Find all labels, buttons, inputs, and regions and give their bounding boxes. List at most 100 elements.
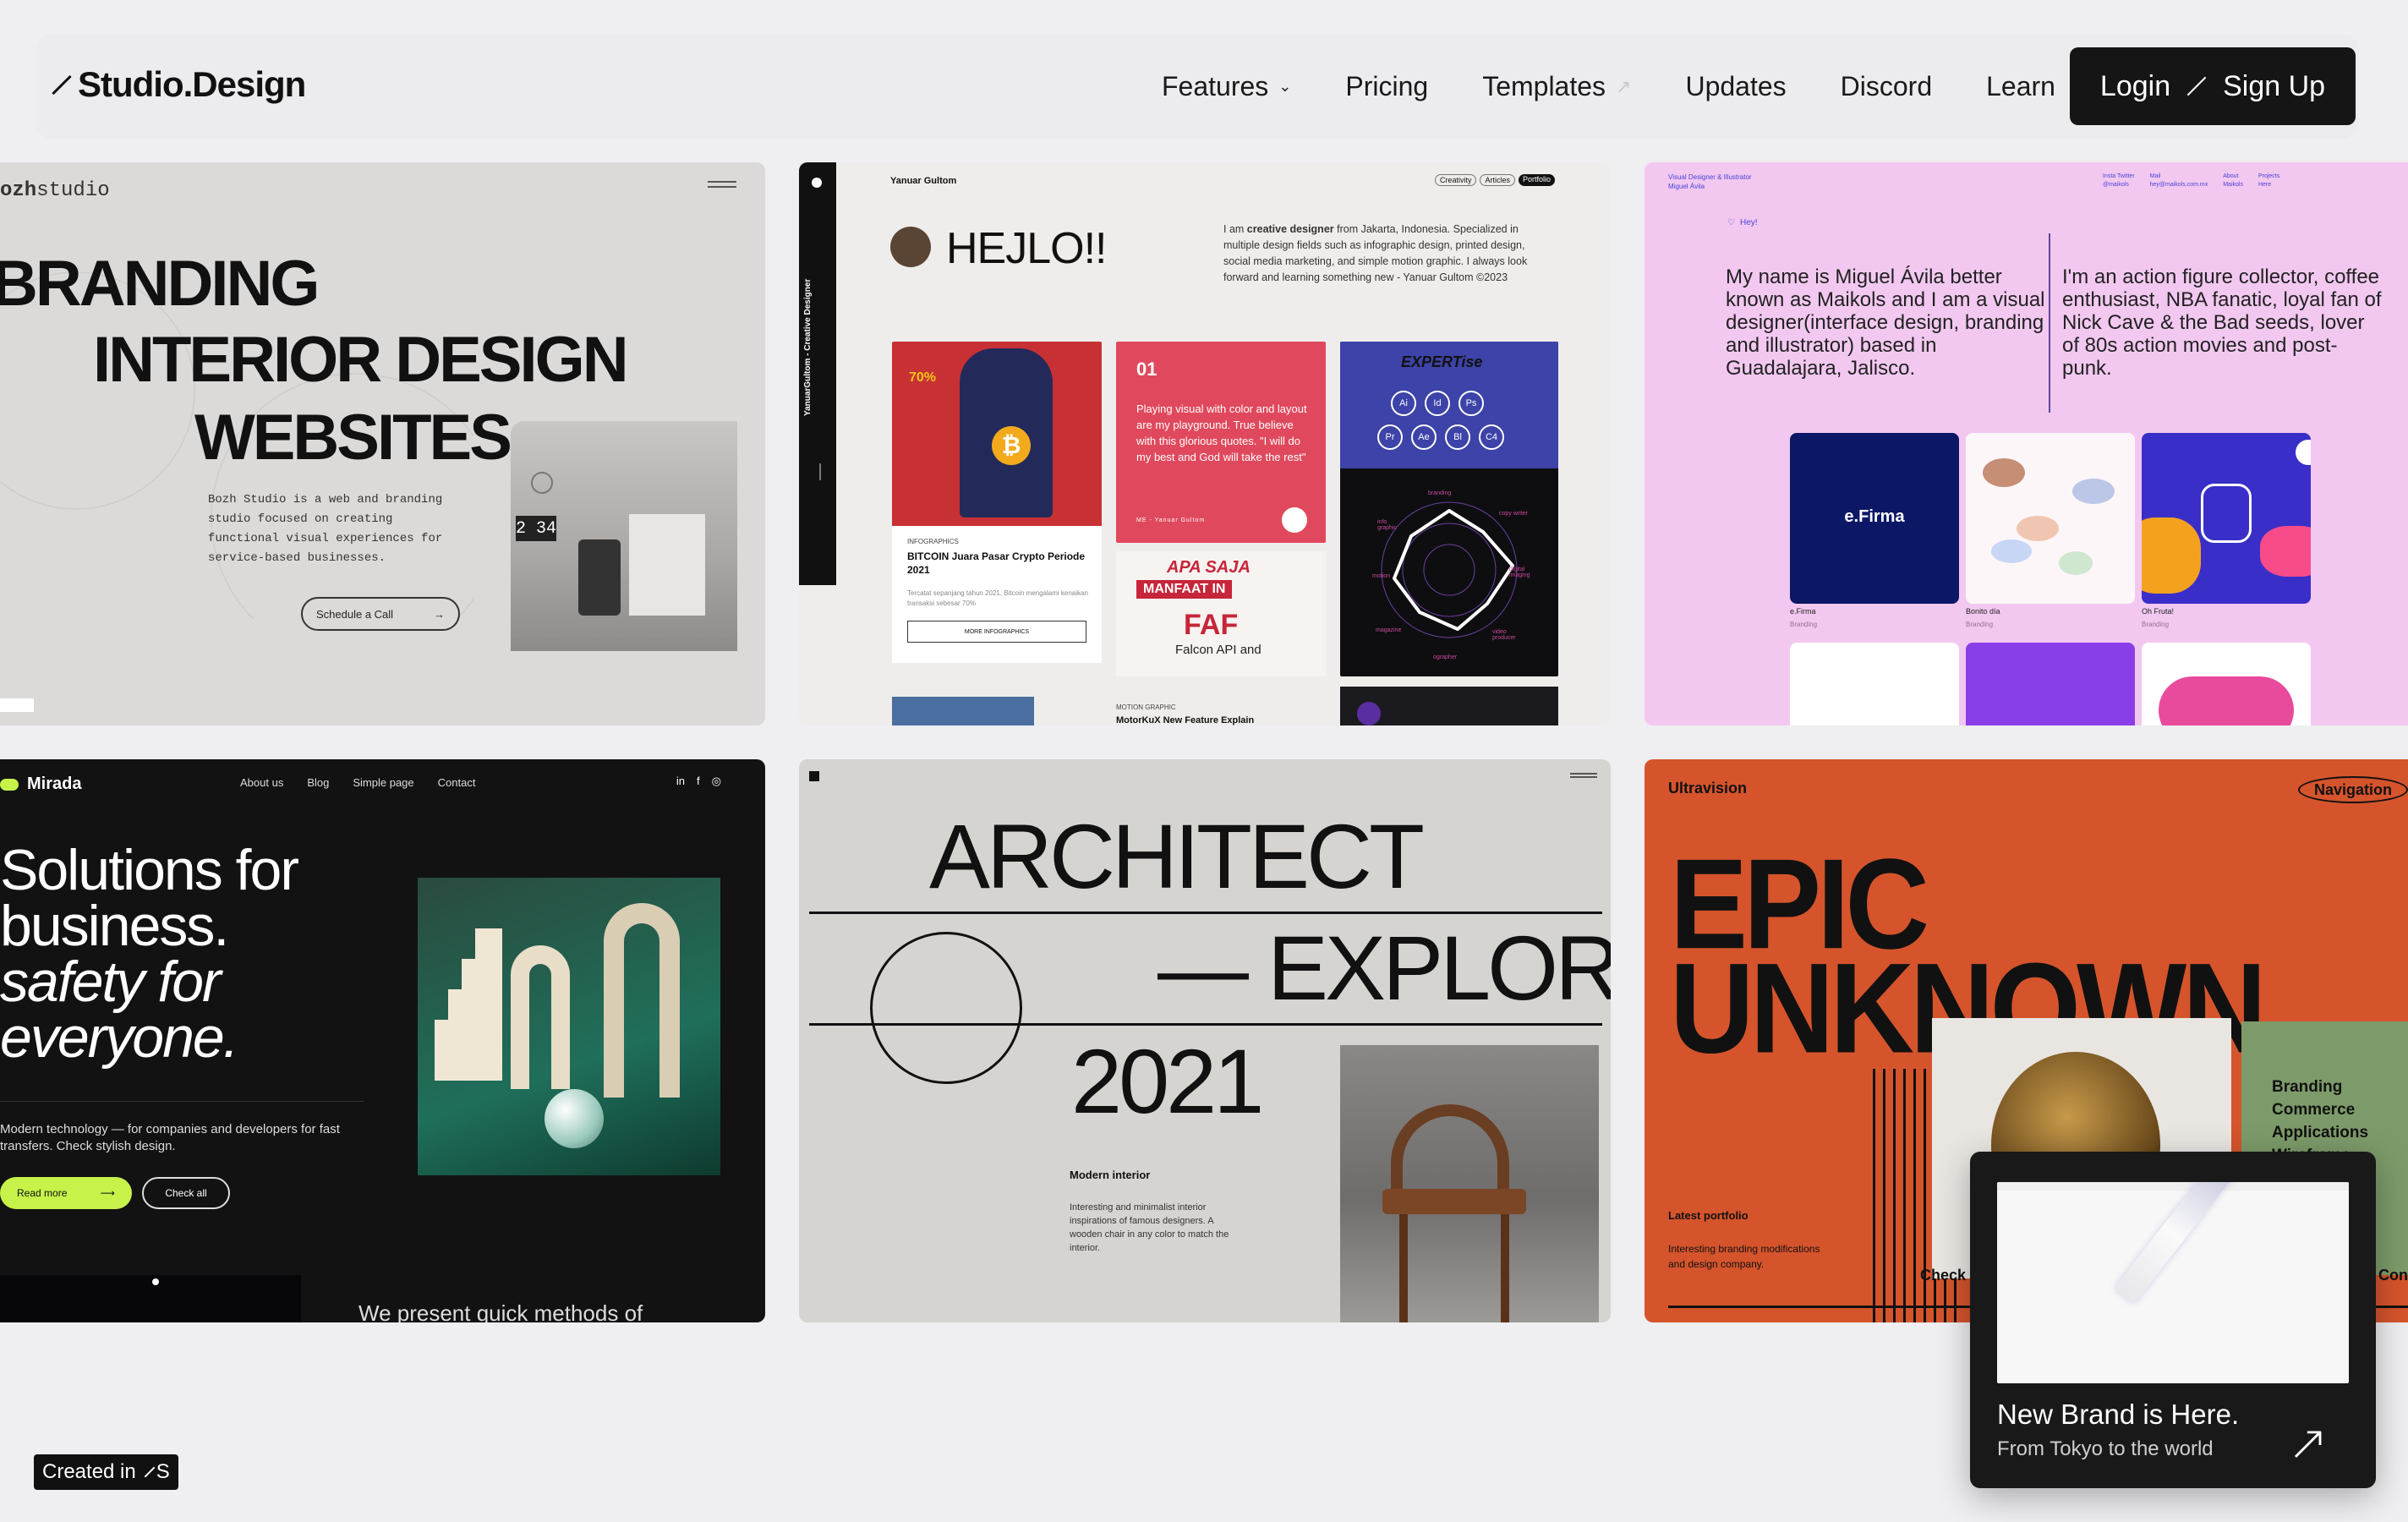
nav-item-updates[interactable]: Updates <box>1685 71 1786 102</box>
template-card-mirada[interactable]: Mirada About us Blog Simple page Contact… <box>0 759 765 1322</box>
nav-item-learn[interactable]: Learn <box>1986 71 2055 102</box>
template-card-bozh[interactable]: ozhstudio BRANDING INTERIOR DESIGN WEBSI… <box>0 162 765 725</box>
sidebar-tick <box>819 463 821 480</box>
project-title: Bonito día <box>1966 607 2000 616</box>
link-group[interactable]: Mail hey@maikols.com.mx <box>2150 172 2208 189</box>
link[interactable]: Projects <box>2258 173 2279 179</box>
bio-pre: I am <box>1223 223 1247 235</box>
mirada-logo[interactable]: Mirada <box>0 775 81 794</box>
expertise-tile[interactable]: EXPERTise Ai Id Ps Pr Ae Bl C4 branding … <box>1340 342 1558 676</box>
nav-label: Updates <box>1685 71 1787 101</box>
nav-item-pricing[interactable]: Pricing <box>1345 71 1428 102</box>
apa-saja-tile[interactable]: APA SAJA MANFAAT IN FAF Falcon API and <box>1116 551 1326 676</box>
service-item[interactable]: Commerce <box>2272 1098 2368 1121</box>
read-more-button[interactable]: Read more ⟶ <box>0 1177 132 1209</box>
link[interactable]: hey@maikols.com.mx <box>2150 182 2208 188</box>
prism-shape <box>2114 1182 2233 1305</box>
quote-by: ME - Yanuar Gultom <box>1136 517 1206 523</box>
cabinet-shape <box>629 514 705 616</box>
headline-line-1: BRANDING <box>0 248 320 320</box>
blob-shape <box>2142 517 2201 594</box>
link[interactable]: Twitter <box>2117 173 2135 179</box>
section-title: Latest portfolio <box>1668 1209 1749 1222</box>
check-link[interactable]: Check <box>1920 1267 1966 1284</box>
nav-item-features[interactable]: Features ⌄ <box>1162 71 1291 102</box>
nav-link[interactable]: Simple page <box>353 776 413 789</box>
heart-icon: ♡ <box>1727 218 1735 227</box>
nav-link[interactable]: Blog <box>307 776 329 789</box>
title-line-2: — EXPLORE <box>1157 917 1611 1019</box>
social-links: in f ◎ <box>676 775 721 788</box>
chair-leg-shape <box>1399 1214 1408 1322</box>
project-category: Branding <box>1966 621 1994 628</box>
facebook-icon[interactable]: f <box>697 775 700 788</box>
quote-tile[interactable]: 01 Playing visual with color and layout … <box>1116 342 1326 543</box>
nav-item-discord[interactable]: Discord <box>1841 71 1932 102</box>
created-in-studio-badge[interactable]: Created in S <box>34 1454 178 1490</box>
blob-shape <box>2296 440 2311 465</box>
project-efirma-thumb[interactable]: e.Firma <box>1790 433 1959 604</box>
link[interactable]: @maikols <box>2103 182 2129 188</box>
studio-logo[interactable]: Studio.Design <box>49 64 306 105</box>
new-brand-popup[interactable]: New Brand is Here. From Tokyo to the wor… <box>1970 1152 2376 1488</box>
contact-link[interactable]: Con <box>2378 1267 2408 1284</box>
link[interactable]: Maikols <box>2223 182 2243 188</box>
project-thumb[interactable] <box>2142 643 2311 725</box>
tag[interactable]: Articles <box>1480 174 1515 186</box>
popup-title: New Brand is Here. <box>1997 1399 2240 1430</box>
schedule-call-button[interactable]: Schedule a Call → <box>301 597 460 631</box>
radar-label: info graphic <box>1377 519 1397 531</box>
chair-leg-shape <box>1501 1214 1509 1322</box>
quote-number: 01 <box>1136 359 1157 380</box>
skill-ps-icon: Ps <box>1458 391 1484 416</box>
project-ohfruta-thumb[interactable] <box>2142 433 2311 604</box>
service-item[interactable]: Branding <box>2272 1076 2368 1098</box>
check-all-button[interactable]: Check all <box>142 1177 230 1209</box>
linkedin-icon[interactable]: in <box>676 775 685 788</box>
arrow-up-right-icon[interactable]: ↗ <box>2287 1414 2329 1471</box>
header-links: Insta Twitter @maikols Mail hey@maikols.co… <box>2103 172 2279 189</box>
sidebar-dot <box>812 178 822 188</box>
instagram-icon[interactable]: ◎ <box>712 775 721 788</box>
arch-shape <box>511 945 570 1089</box>
project-title: Oh Fruta! <box>2142 607 2175 616</box>
bitcoin-tile[interactable]: 70% ₿ INFOGRAPHICS BITCOIN Juara Pasar C… <box>892 342 1102 663</box>
link[interactable]: About <box>2223 173 2238 179</box>
template-card-architect[interactable]: ARCHITECT — EXPLORE 2021 Modern interior… <box>799 759 1611 1322</box>
link[interactable]: Mail <box>2150 173 2161 179</box>
project-bonito-thumb[interactable] <box>1966 433 2135 604</box>
motion-title: MotorKuX New Feature Explain <box>1116 715 1255 725</box>
tag[interactable]: Portfolio <box>1518 174 1555 186</box>
hamburger-icon[interactable] <box>1570 773 1597 778</box>
link-group[interactable]: About Maikols <box>2223 172 2243 189</box>
button-label: Read more <box>17 1187 68 1199</box>
section-text: We present quick methods of <box>358 1300 643 1322</box>
hamburger-icon <box>708 181 736 188</box>
tile-category: INFOGRAPHICS <box>907 538 959 545</box>
tag[interactable]: Creativity <box>1434 174 1477 186</box>
link[interactable]: Here <box>2258 182 2271 188</box>
popup-preview <box>1997 1182 2349 1383</box>
blob-shape <box>1983 458 2025 487</box>
fruit-icon <box>2201 484 2252 543</box>
project-thumb[interactable] <box>1966 643 2135 725</box>
link-group[interactable]: Projects Here <box>2258 172 2279 189</box>
template-card-miguel[interactable]: Visual Designer & Illustrator Miguel Ávi… <box>1645 162 2408 725</box>
more-infographics-button[interactable]: MORE INFOGRAPHICS <box>907 621 1086 643</box>
badge-label: Created in <box>42 1460 136 1483</box>
navigation-button[interactable]: Navigation <box>2298 776 2408 803</box>
link-group[interactable]: Insta Twitter @maikols <box>2103 172 2135 189</box>
square-logo <box>809 771 819 781</box>
nav-label: Features <box>1162 71 1269 101</box>
arch-shape <box>604 903 680 1098</box>
nav-item-templates[interactable]: Templates ↗ <box>1482 71 1631 102</box>
project-thumb[interactable] <box>1790 643 1959 725</box>
service-item[interactable]: Applications <box>2272 1121 2368 1144</box>
apa-saja-title: APA SAJA <box>1167 558 1251 577</box>
link[interactable]: Insta <box>2103 173 2115 179</box>
template-card-yanuar[interactable]: YanuarGultom - Creative Designer Yanuar … <box>799 162 1611 725</box>
nav-link[interactable]: Contact <box>438 776 476 789</box>
arrow-right-icon: → <box>434 607 445 621</box>
nav-link[interactable]: About us <box>240 776 283 789</box>
login-signup-button[interactable]: Login Sign Up <box>2070 47 2356 125</box>
